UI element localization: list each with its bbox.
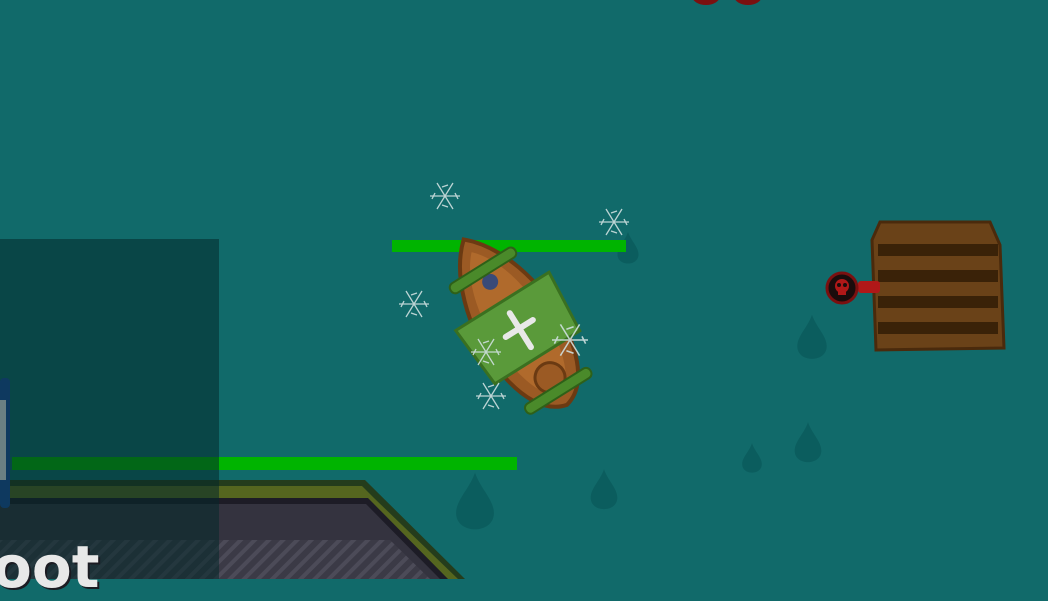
loot-crate[interactable] — [870, 220, 1006, 352]
offscreen-enemy-markers — [693, 0, 761, 5]
side-panel-overlay — [0, 239, 219, 579]
dock-label-text: oot — [0, 533, 100, 601]
